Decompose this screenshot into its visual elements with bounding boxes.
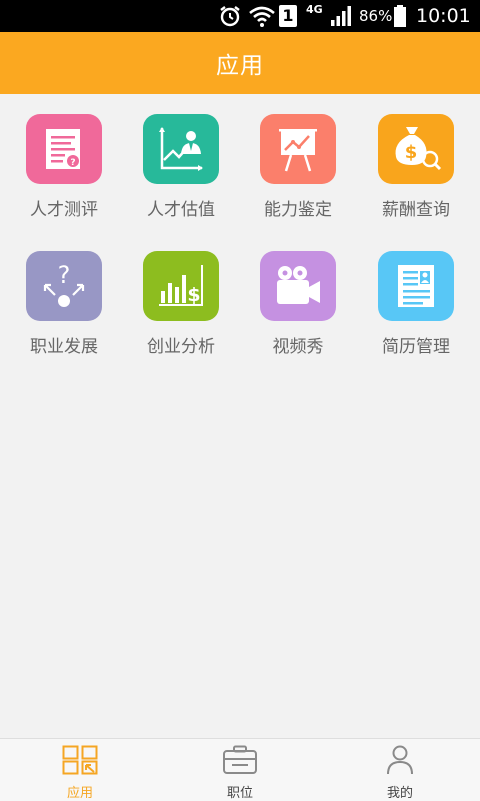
presentation-board-icon bbox=[260, 114, 336, 184]
app-label: 人才测评 bbox=[30, 200, 98, 220]
wifi-icon bbox=[248, 0, 276, 32]
sim-icon: 1 bbox=[279, 0, 297, 32]
app-label: 职业发展 bbox=[30, 337, 98, 357]
assessment-report-icon: ? bbox=[26, 114, 102, 184]
app-salary-query[interactable]: $ 薪酬查询 bbox=[356, 114, 476, 220]
video-camera-icon bbox=[260, 251, 336, 321]
money-bag-search-icon: $ bbox=[378, 114, 454, 184]
alarm-icon bbox=[218, 0, 242, 32]
app-career-development[interactable]: ? 职业发展 bbox=[4, 251, 124, 357]
svg-text:$: $ bbox=[187, 284, 200, 306]
person-icon bbox=[382, 745, 418, 779]
sim-slot: 1 bbox=[279, 5, 297, 27]
briefcase-icon bbox=[222, 745, 258, 779]
bottom-tab-bar: 应用 职位 我的 bbox=[0, 738, 480, 801]
svg-text:$: $ bbox=[405, 142, 418, 163]
battery-percent: 86% bbox=[359, 7, 393, 25]
tab-label: 应用 bbox=[66, 786, 93, 801]
app-resume-management[interactable]: 简历管理 bbox=[356, 251, 476, 357]
app-label: 创业分析 bbox=[147, 337, 215, 357]
tab-positions[interactable]: 职位 bbox=[160, 739, 320, 801]
network-type: 4G bbox=[306, 2, 323, 16]
status-bar: 1 4G 86% 10:01 bbox=[0, 0, 480, 32]
talent-valuation-chart-icon bbox=[143, 114, 219, 184]
tab-apps[interactable]: 应用 bbox=[0, 739, 160, 801]
bar-chart-dollar-icon: $ bbox=[143, 251, 219, 321]
app-label: 简历管理 bbox=[382, 337, 450, 357]
tab-mine[interactable]: 我的 bbox=[320, 739, 480, 801]
resume-icon bbox=[378, 251, 454, 321]
signal-icon bbox=[330, 0, 354, 32]
app-talent-assessment[interactable]: ? 人才测评 bbox=[4, 114, 124, 220]
clock: 10:01 bbox=[416, 5, 471, 27]
app-ability-appraisal[interactable]: 能力鉴定 bbox=[238, 114, 358, 220]
app-video-show[interactable]: 视频秀 bbox=[238, 251, 358, 357]
svg-text:?: ? bbox=[58, 261, 71, 289]
app-label: 能力鉴定 bbox=[264, 200, 332, 220]
svg-text:?: ? bbox=[70, 158, 75, 168]
app-label: 人才估值 bbox=[147, 200, 215, 220]
app-startup-analysis[interactable]: $ 创业分析 bbox=[121, 251, 241, 357]
battery-icon bbox=[393, 0, 407, 32]
page-title: 应用 bbox=[216, 53, 264, 79]
app-header: 应用 bbox=[0, 32, 480, 94]
app-label: 薪酬查询 bbox=[382, 200, 450, 220]
career-question-icon: ? bbox=[26, 251, 102, 321]
tab-label: 职位 bbox=[226, 786, 253, 801]
app-label: 视频秀 bbox=[272, 337, 324, 357]
tab-label: 我的 bbox=[386, 786, 413, 801]
apps-grid-icon bbox=[62, 745, 98, 779]
app-talent-valuation[interactable]: 人才估值 bbox=[121, 114, 241, 220]
